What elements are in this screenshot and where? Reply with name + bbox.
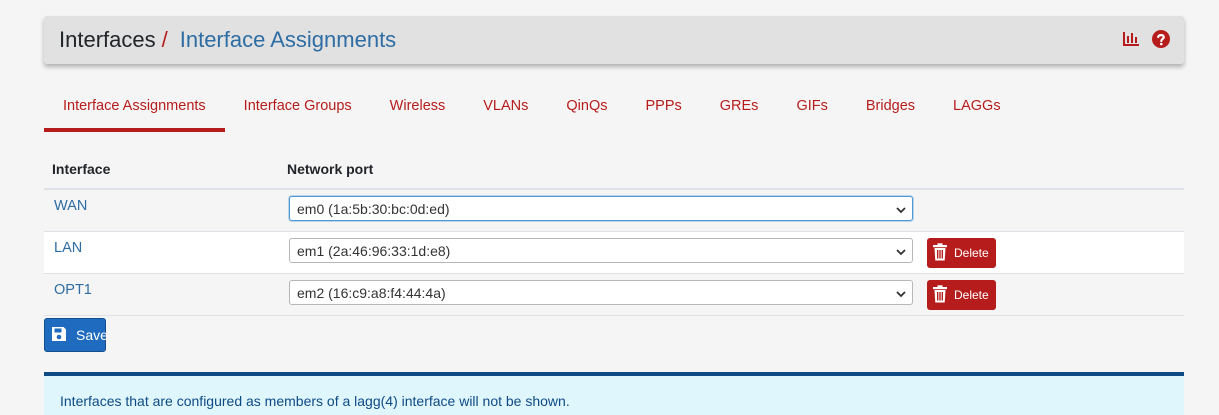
column-header-network-port: Network port <box>287 161 374 177</box>
help-icon[interactable] <box>1152 30 1170 48</box>
info-alert: Interfaces that are configured as member… <box>44 372 1184 415</box>
floppy-disk-icon <box>51 326 67 345</box>
breadcrumb-root[interactable]: Interfaces <box>59 27 156 53</box>
tab-interface-assignments[interactable]: Interface Assignments <box>44 88 225 132</box>
tab-ppps[interactable]: PPPs <box>627 88 701 132</box>
network-port-select-lan[interactable]: em1 (2a:46:96:33:1d:e8) <box>289 238 913 263</box>
table-header: Interface Network port <box>44 150 1184 190</box>
chevron-down-icon <box>895 245 907 261</box>
tab-qinqs[interactable]: QinQs <box>547 88 626 132</box>
select-value: em1 (2a:46:96:33:1d:e8) <box>297 242 451 259</box>
select-value: em0 (1a:5b:30:bc:0d:ed) <box>297 200 450 217</box>
page-title[interactable]: Interface Assignments <box>180 27 396 53</box>
tab-bar: Interface Assignments Interface Groups W… <box>44 88 1020 132</box>
delete-label: Delete <box>954 246 989 260</box>
tab-wireless[interactable]: Wireless <box>371 88 465 132</box>
page-header: Interfaces / Interface Assignments <box>44 16 1184 64</box>
tab-bridges[interactable]: Bridges <box>847 88 934 132</box>
header-icons <box>1122 30 1170 48</box>
table-row: LAN em1 (2a:46:96:33:1d:e8) Delete <box>44 232 1184 274</box>
breadcrumb-separator: / <box>161 27 168 52</box>
tab-laggs[interactable]: LAGGs <box>934 88 1020 132</box>
bar-chart-icon[interactable] <box>1122 31 1140 47</box>
save-label: Save <box>76 327 108 343</box>
delete-button-lan[interactable]: Delete <box>927 238 996 268</box>
column-header-interface: Interface <box>52 161 111 177</box>
trash-icon <box>932 284 948 306</box>
interface-link-opt1[interactable]: OPT1 <box>54 282 92 298</box>
tab-gifs[interactable]: GIFs <box>777 88 846 132</box>
tab-vlans[interactable]: VLANs <box>464 88 547 132</box>
select-value: em2 (16:c9:a8:f4:44:4a) <box>297 284 446 301</box>
tab-interface-groups[interactable]: Interface Groups <box>225 88 371 132</box>
save-button[interactable]: Save <box>44 318 108 352</box>
interface-link-lan[interactable]: LAN <box>54 240 82 256</box>
chevron-down-icon <box>895 287 907 303</box>
info-message: Interfaces that are configured as member… <box>60 393 570 409</box>
trash-icon <box>932 242 948 264</box>
network-port-select-wan[interactable]: em0 (1a:5b:30:bc:0d:ed) <box>289 196 913 221</box>
tab-gres[interactable]: GREs <box>701 88 778 132</box>
delete-label: Delete <box>954 288 989 302</box>
interface-link-wan[interactable]: WAN <box>54 198 87 214</box>
chevron-down-icon <box>895 203 907 219</box>
table-row: OPT1 em2 (16:c9:a8:f4:44:4a) Delete <box>44 274 1184 316</box>
table-row: WAN em0 (1a:5b:30:bc:0d:ed) <box>44 190 1184 232</box>
interface-table: Interface Network port WAN em0 (1a:5b:30… <box>44 150 1184 316</box>
delete-button-opt1[interactable]: Delete <box>927 280 996 310</box>
network-port-select-opt1[interactable]: em2 (16:c9:a8:f4:44:4a) <box>289 280 913 305</box>
